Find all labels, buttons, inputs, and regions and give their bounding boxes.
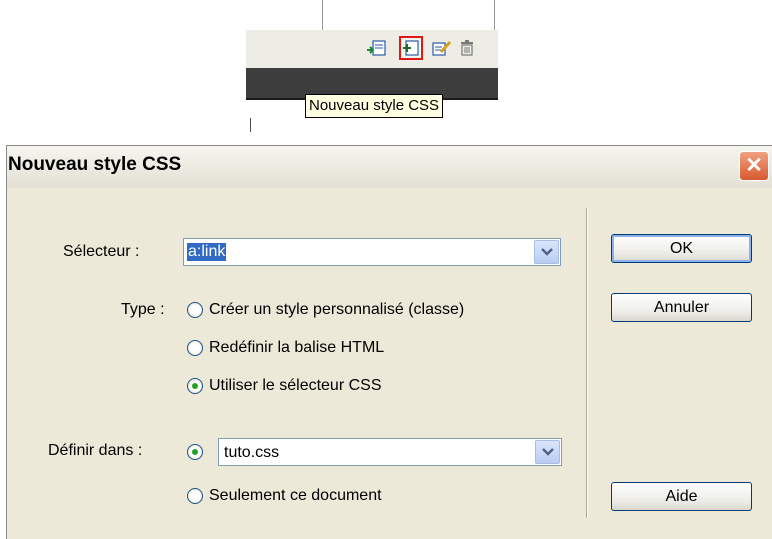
type-option-css-selector[interactable]: Utiliser le sélecteur CSS (187, 377, 382, 395)
cancel-button[interactable]: Annuler (611, 293, 752, 322)
new-css-style-dialog: Nouveau style CSS ✕ Sélecteur : a:link T… (6, 145, 772, 539)
selector-combobox[interactable]: a:link (183, 238, 561, 266)
panel-divider (494, 0, 495, 30)
help-button[interactable]: Aide (611, 482, 752, 511)
chevron-down-icon (541, 448, 554, 456)
radio-label: Redéfinir la balise HTML (209, 339, 385, 356)
attach-stylesheet-icon[interactable] (364, 36, 388, 60)
radio-label: Seulement ce document (209, 487, 382, 504)
chevron-down-icon (540, 248, 553, 256)
radio-button[interactable] (187, 340, 203, 356)
delete-style-icon[interactable] (455, 36, 479, 60)
ok-button[interactable]: OK (611, 234, 752, 263)
selector-value: a:link (187, 243, 227, 261)
vertical-separator (586, 208, 588, 518)
radio-button[interactable] (187, 488, 203, 504)
stylesheet-file-combobox[interactable]: tuto.css (218, 438, 562, 466)
tooltip: Nouveau style CSS (305, 94, 444, 118)
radio-button[interactable] (187, 302, 203, 318)
type-option-redefine-html-tag[interactable]: Redéfinir la balise HTML (187, 339, 384, 357)
edit-style-icon[interactable] (430, 36, 454, 60)
radio-label: Utiliser le sélecteur CSS (209, 377, 382, 394)
stylesheet-file-value: tuto.css (224, 444, 280, 461)
dialog-titlebar[interactable]: Nouveau style CSS ✕ (7, 146, 772, 188)
radio-button-selected[interactable] (187, 378, 203, 394)
close-icon: ✕ (745, 154, 763, 177)
radio-label: Créer un style personnalisé (classe) (209, 301, 465, 318)
panel-divider (322, 0, 323, 30)
selector-label: Sélecteur : (63, 243, 140, 260)
radio-dot-icon (192, 383, 198, 389)
dialog-title: Nouveau style CSS (8, 154, 182, 175)
type-option-custom-class[interactable]: Créer un style personnalisé (classe) (187, 301, 464, 319)
selector-dropdown-button[interactable] (534, 240, 559, 264)
stylesheet-dropdown-button[interactable] (535, 440, 560, 464)
divider (250, 118, 251, 132)
radio-button-selected[interactable] (187, 444, 203, 460)
define-in-document-option[interactable]: Seulement ce document (187, 487, 382, 505)
define-in-file-option[interactable] (187, 444, 203, 460)
new-css-style-icon[interactable] (399, 36, 423, 60)
radio-dot-icon (192, 449, 198, 455)
define-in-label: Définir dans : (48, 442, 143, 459)
type-label: Type : (121, 301, 165, 318)
close-button[interactable]: ✕ (739, 151, 769, 181)
